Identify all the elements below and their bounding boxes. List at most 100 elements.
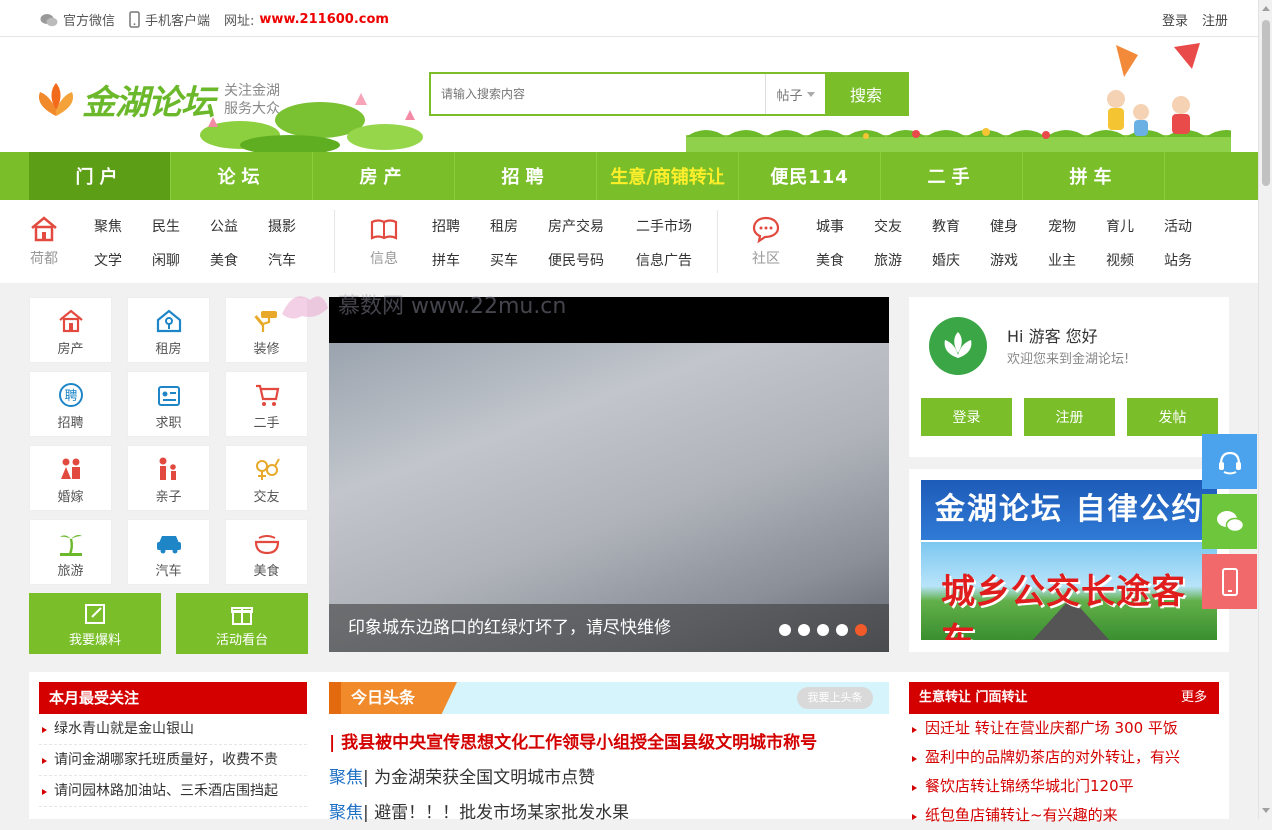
couple-icon [60,458,80,479]
mobile-client-link[interactable]: 手机客户端 [129,10,210,29]
subnav-link[interactable]: 活动 [1164,216,1222,236]
category-info[interactable]: 信息 [364,214,404,268]
register-button[interactable]: 注册 [1024,398,1115,436]
subnav-link[interactable]: 游戏 [990,250,1048,270]
headline-row[interactable]: 聚焦| 避雷！！！批发市场某家批发水果 [329,798,889,823]
nav-item-services-114[interactable]: 便民114 [739,152,881,200]
top-login-link[interactable]: 登录 [1162,10,1188,29]
subnav-link[interactable]: 摄影 [268,216,326,236]
quick-second-hand[interactable]: 二手 [225,371,308,437]
news-slider[interactable]: 印象城东边路口的红绿灯坏了，请尽快维修 [329,297,889,652]
banner-self-discipline[interactable]: 金湖论坛 自律公约 [921,480,1217,540]
user-greeting: Hi 游客 您好 [1007,327,1098,346]
subnav-link[interactable]: 买车 [490,250,548,270]
lotus-decoration [200,93,423,152]
list-item[interactable]: 纸包鱼店铺转让~有兴趣的来 [909,801,1219,830]
quick-parenting[interactable]: 亲子 [127,445,210,511]
list-item[interactable]: 盈利中的品牌奶茶店的对外转让，有兴 [909,743,1219,772]
wechat-button[interactable] [1202,494,1257,549]
quick-property[interactable]: 房产 [29,297,112,363]
subnav-link[interactable]: 旅游 [874,250,932,270]
report-news-button[interactable]: 我要爆料 [29,593,161,654]
book-icon [370,219,398,240]
user-welcome: 欢迎您来到金湖论坛! [1007,352,1130,367]
nav-item-carpool[interactable]: 拼车 [1023,152,1165,200]
list-item[interactable]: 绿水青山就是金山银山 [39,714,307,745]
submit-headline-button[interactable]: 我要上头条 [797,687,873,709]
slider-dot[interactable] [798,624,810,636]
gift-icon [231,607,253,625]
page-scrollbar[interactable] [1258,0,1272,819]
subnav-link[interactable]: 聚焦 [94,216,152,236]
subnav-link[interactable]: 美食 [210,250,268,270]
slider-dot[interactable] [779,624,791,636]
quick-wedding[interactable]: 婚嫁 [29,445,112,511]
login-button[interactable]: 登录 [921,398,1012,436]
scroll-down-arrow-icon[interactable] [1262,808,1270,813]
scroll-up-arrow-icon[interactable] [1262,6,1270,11]
quick-dating[interactable]: 交友 [225,445,308,511]
top-headline[interactable]: | 我县被中央宣传思想文化工作领导小组授全国县级文明城市称号 [329,728,889,753]
list-item[interactable]: 因迁址 转让在营业庆都广场 300 平饭 [909,714,1219,743]
nav-item-jobs[interactable]: 招聘 [455,152,597,200]
quick-travel[interactable]: 旅游 [29,519,112,585]
nav-item-forum[interactable]: 论坛 [171,152,313,200]
subnav-link[interactable]: 交友 [874,216,932,236]
subnav-link[interactable]: 房产交易 [548,216,636,236]
quick-cars[interactable]: 汽车 [127,519,210,585]
gender-icon [255,458,280,480]
slider-dot-active[interactable] [855,624,867,636]
user-panel: Hi 游客 您好 欢迎您来到金湖论坛! 登录 注册 发帖 [909,297,1229,457]
slider-dot[interactable] [836,624,848,636]
subnav-link[interactable]: 汽车 [268,250,326,270]
subnav-link[interactable]: 招聘 [432,216,490,236]
list-item[interactable]: 请问金湖哪家托班质量好，收费不贵 [39,745,307,776]
phone-icon [1221,567,1238,596]
nav-item-property[interactable]: 房产 [313,152,455,200]
scrollbar-thumb[interactable] [1262,20,1270,186]
subnav-link[interactable]: 租房 [490,216,548,236]
quick-rent[interactable]: 租房 [127,297,210,363]
subnav-link[interactable]: 拼车 [432,250,490,270]
subnav-link[interactable]: 视频 [1106,250,1164,270]
subnav-link[interactable]: 业主 [1048,250,1106,270]
subnav-link[interactable]: 便民号码 [548,250,636,270]
more-link[interactable]: 更多 [1181,682,1207,714]
headline-row[interactable]: 聚焦| 为金湖荣获全国文明城市点赞 [329,763,889,788]
subnav-link[interactable]: 健身 [990,216,1048,236]
mobile-app-button[interactable] [1202,554,1257,609]
list-item[interactable]: 餐饮店转让锦绣华城北门120平 [909,772,1219,801]
subnav-link[interactable]: 公益 [210,216,268,236]
category-hedu[interactable]: 荷都 [24,214,64,268]
family-icon [159,457,176,480]
subnav-link[interactable]: 城事 [816,216,874,236]
subnav-link[interactable]: 婚庆 [932,250,990,270]
subnav-link[interactable]: 美食 [816,250,874,270]
nav-item-portal[interactable]: 门户 [29,152,171,200]
subnav-link[interactable]: 闲聊 [152,250,210,270]
nav-item-second-hand[interactable]: 二手 [881,152,1023,200]
subnav-link[interactable]: 文学 [94,250,152,270]
quick-hire[interactable]: 聘招聘 [29,371,112,437]
wechat-link[interactable]: 官方微信 [40,10,115,29]
category-community[interactable]: 社区 [746,214,786,268]
nav-item-business-transfer[interactable]: 生意/商铺转让 [597,152,739,200]
subnav-link[interactable]: 信息广告 [636,250,716,270]
post-button[interactable]: 发帖 [1127,398,1218,436]
hot-topics-title: 本月最受关注 [39,682,307,714]
list-item[interactable]: 请问园林路加油站、三禾酒店围挡起 [39,776,307,807]
banner-bus[interactable]: 城乡公交长途客车 [921,542,1217,640]
slider-dot[interactable] [817,624,829,636]
subnav-link[interactable]: 宠物 [1048,216,1106,236]
quick-food[interactable]: 美食 [225,519,308,585]
events-button[interactable]: 活动看台 [176,593,308,654]
site-url[interactable]: www.211600.com [259,12,389,27]
customer-service-button[interactable] [1202,434,1257,489]
subnav-link[interactable]: 育儿 [1106,216,1164,236]
subnav-link[interactable]: 站务 [1164,250,1222,270]
subnav-link[interactable]: 二手市场 [636,216,716,236]
subnav-link[interactable]: 教育 [932,216,990,236]
quick-job-seek[interactable]: 求职 [127,371,210,437]
subnav-link[interactable]: 民生 [152,216,210,236]
top-register-link[interactable]: 注册 [1202,10,1228,29]
